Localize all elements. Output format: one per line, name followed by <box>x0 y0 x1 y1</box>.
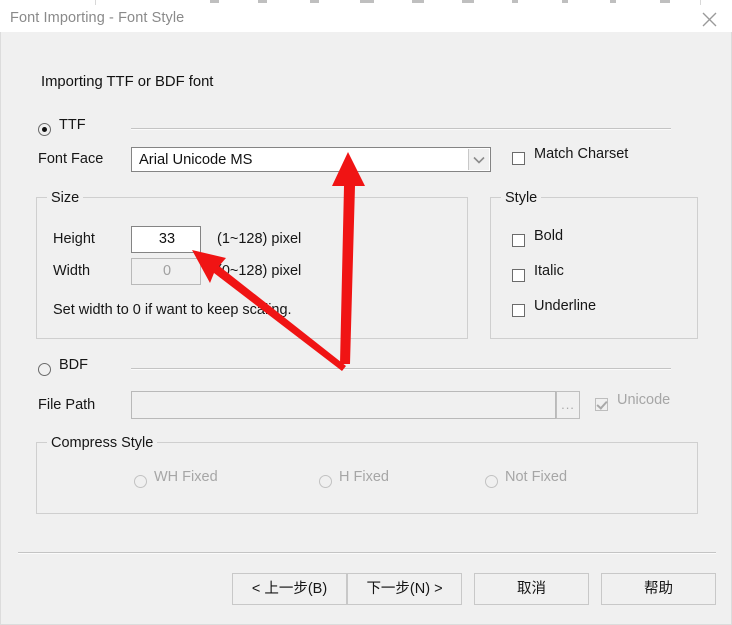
font-face-label: Font Face <box>38 151 104 167</box>
window-title: Font Importing - Font Style <box>10 10 185 26</box>
dialog-body: Importing TTF or BDF font TTF Font Face … <box>0 32 732 625</box>
height-hint: (1~128) pixel <box>217 231 302 247</box>
back-button[interactable]: < 上一步(B) <box>232 573 347 605</box>
italic-label: Italic <box>534 263 564 279</box>
cancel-button[interactable]: 取消 <box>474 573 589 605</box>
font-face-value: Arial Unicode MS <box>139 152 253 168</box>
ttf-section-separator <box>131 128 671 130</box>
next-button[interactable]: 下一步(N) > <box>347 573 462 605</box>
next-button-label: 下一步(N) > <box>366 581 443 597</box>
help-button-label: 帮助 <box>644 581 673 597</box>
style-group-title: Style <box>501 190 542 206</box>
wh-fixed-label: WH Fixed <box>154 469 218 485</box>
not-fixed-label: Not Fixed <box>505 469 568 485</box>
font-face-combo[interactable]: Arial Unicode MS <box>131 147 491 172</box>
width-field: 0 <box>131 258 201 285</box>
bdf-section-separator <box>131 368 671 370</box>
width-label: Width <box>53 263 91 279</box>
ttf-radio-label: TTF <box>59 117 86 133</box>
bdf-radio-label: BDF <box>59 357 88 373</box>
close-button[interactable] <box>687 5 732 32</box>
bold-checkbox[interactable] <box>512 234 525 247</box>
page-heading: Importing TTF or BDF font <box>41 74 214 90</box>
bdf-radio[interactable] <box>38 363 51 376</box>
bold-label: Bold <box>534 228 564 244</box>
size-note: Set width to 0 if want to keep scaling. <box>53 302 292 318</box>
file-path-label: File Path <box>38 397 96 413</box>
h-fixed-radio <box>319 475 332 488</box>
ttf-radio[interactable] <box>38 123 51 136</box>
italic-checkbox[interactable] <box>512 269 525 282</box>
cancel-button-label: 取消 <box>517 581 546 597</box>
unicode-label: Unicode <box>617 392 671 408</box>
h-fixed-label: H Fixed <box>339 469 389 485</box>
file-path-browse-button: ... <box>556 391 580 419</box>
not-fixed-radio <box>485 475 498 488</box>
match-charset-checkbox[interactable] <box>512 152 525 165</box>
style-group <box>490 197 698 339</box>
underline-label: Underline <box>534 298 597 314</box>
back-button-label: < 上一步(B) <box>251 581 328 597</box>
width-value: 0 <box>162 263 172 279</box>
match-charset-label: Match Charset <box>534 146 629 162</box>
help-button[interactable]: 帮助 <box>601 573 716 605</box>
title-bar: Font Importing - Font Style <box>0 5 732 33</box>
unicode-checkbox <box>595 398 608 411</box>
footer-separator <box>18 552 716 554</box>
height-value: 33 <box>158 231 176 247</box>
font-face-dropdown-button[interactable] <box>468 149 489 170</box>
size-group-title: Size <box>47 190 84 206</box>
font-importing-dialog: Font Importing - Font Style Importing TT… <box>0 0 732 625</box>
file-path-field <box>131 391 556 419</box>
wh-fixed-radio <box>134 475 147 488</box>
height-field[interactable]: 33 <box>131 226 201 253</box>
underline-checkbox[interactable] <box>512 304 525 317</box>
compress-style-group-title: Compress Style <box>47 435 158 451</box>
width-hint: (0~128) pixel <box>217 263 302 279</box>
height-label: Height <box>53 231 95 247</box>
